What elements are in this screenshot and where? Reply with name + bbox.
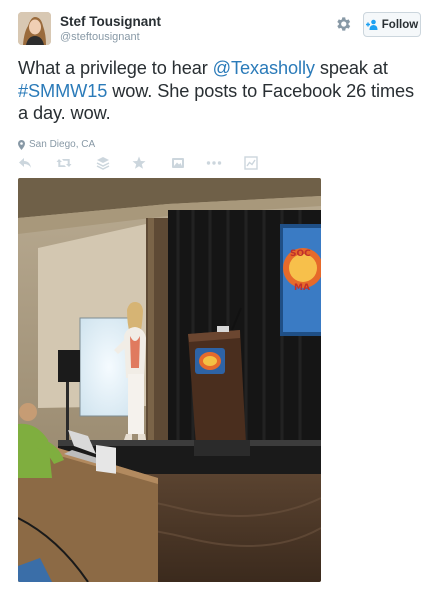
analytics-icon[interactable]	[244, 156, 258, 170]
avatar[interactable]	[18, 12, 51, 45]
stack-icon[interactable]	[96, 156, 110, 170]
conference-stage-photo: SOC MA	[18, 178, 321, 582]
tweet-actions	[18, 156, 278, 170]
photo-icon[interactable]	[171, 156, 185, 170]
avatar-image	[18, 12, 51, 45]
retweet-icon[interactable]	[56, 156, 72, 170]
location-pin-icon	[18, 139, 25, 150]
tweet-location[interactable]: San Diego, CA	[18, 139, 95, 150]
user-names: Stef Tousignant @steftousignant	[60, 14, 161, 44]
tweet-text-segment: speak at	[314, 58, 388, 78]
follow-button-label: Follow	[381, 18, 419, 31]
more-icon[interactable]	[206, 156, 222, 170]
favorite-icon[interactable]	[132, 156, 146, 170]
banner-text: SOC	[290, 249, 311, 259]
hashtag-link[interactable]: #SMMW15	[18, 81, 107, 101]
follow-button[interactable]: Follow	[363, 12, 421, 37]
display-name[interactable]: Stef Tousignant	[60, 14, 161, 30]
user-handle[interactable]: @steftousignant	[60, 30, 161, 44]
follow-user-icon	[365, 19, 378, 30]
mention-link[interactable]: @Texasholly	[213, 58, 315, 78]
reply-icon[interactable]	[18, 156, 32, 170]
tweet-text: What a privilege to hear @Texasholly spe…	[18, 57, 426, 125]
location-label: San Diego, CA	[29, 139, 96, 150]
tweet-text-segment: What a privilege to hear	[18, 58, 213, 78]
banner-text: MA	[294, 283, 310, 293]
gear-icon[interactable]	[334, 15, 352, 33]
tweet-photo[interactable]: SOC MA	[18, 178, 321, 582]
tweet-header: Stef Tousignant @steftousignant Follow	[18, 12, 422, 48]
